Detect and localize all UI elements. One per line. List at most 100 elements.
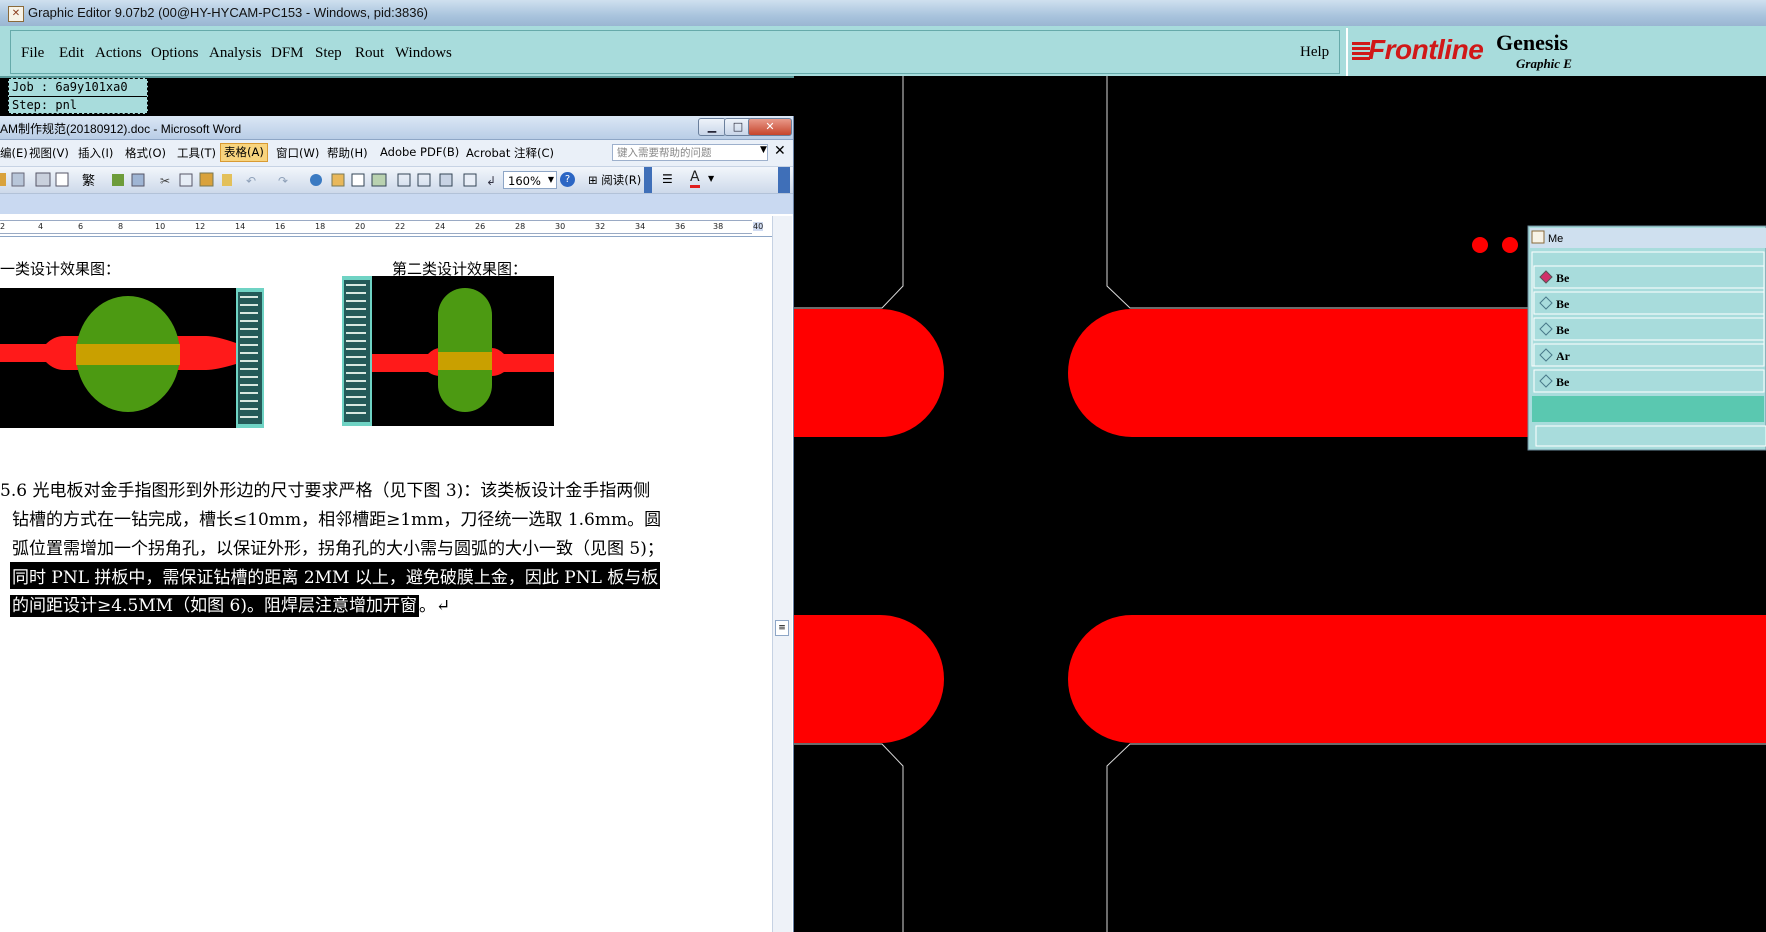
job-label: Job : 6a9y101xa0 bbox=[9, 79, 147, 97]
side-panel-item[interactable]: Ar bbox=[1533, 343, 1765, 367]
ruler-number: 30 bbox=[555, 222, 566, 231]
copper-dot[interactable] bbox=[1472, 237, 1488, 253]
word-menu-format[interactable]: 格式(O) bbox=[125, 145, 166, 161]
chevron-down-icon[interactable]: ▼ bbox=[708, 174, 714, 183]
insert-excel-icon[interactable] bbox=[371, 173, 387, 187]
copper-slot-pad[interactable] bbox=[794, 615, 944, 743]
side-panel: Me Be Be Be Ar Be bbox=[1527, 225, 1766, 451]
minimize-button[interactable]: ▁ bbox=[698, 118, 726, 136]
menu-analysis[interactable]: Analysis bbox=[209, 31, 262, 75]
word-menu-window[interactable]: 窗口(W) bbox=[276, 145, 319, 161]
svg-text:Be: Be bbox=[1556, 271, 1570, 285]
toolbar-options[interactable] bbox=[778, 167, 790, 193]
menu-windows[interactable]: Windows bbox=[395, 31, 452, 75]
side-panel-button[interactable] bbox=[1535, 425, 1766, 447]
menu-step[interactable]: Step bbox=[315, 31, 342, 75]
toolbar-grip[interactable] bbox=[644, 167, 652, 193]
help-question-input[interactable]: 键入需要帮助的问题 bbox=[612, 144, 768, 161]
side-panel-item[interactable]: Be bbox=[1533, 265, 1765, 289]
svg-text:Be: Be bbox=[1556, 297, 1570, 311]
word-menu-view[interactable]: 视图(V) bbox=[29, 145, 69, 161]
copy-icon[interactable] bbox=[179, 173, 193, 187]
ruler-number: 12 bbox=[195, 222, 206, 231]
close-button[interactable]: ✕ bbox=[748, 118, 792, 136]
font-color-icon[interactable]: A bbox=[690, 169, 700, 188]
word-menu-help[interactable]: 帮助(H) bbox=[327, 145, 368, 161]
word-menu-acrobat[interactable]: Acrobat 注释(C) bbox=[466, 145, 554, 161]
read-button[interactable]: ⊞ 阅读(R) bbox=[588, 172, 641, 188]
genesis-title-bar: ✕ Graphic Editor 9.07b2 (00@HY-HYCAM-PC1… bbox=[0, 0, 1766, 27]
copper-slot-pad[interactable] bbox=[794, 309, 944, 437]
print-icon[interactable] bbox=[35, 172, 51, 187]
menu-edit[interactable]: Edit bbox=[59, 31, 84, 75]
copper-slot-pad[interactable] bbox=[1068, 615, 1766, 743]
word-menu-edit[interactable]: 编(E) bbox=[0, 145, 28, 161]
tables-borders-icon[interactable] bbox=[331, 173, 345, 187]
chevron-down-icon[interactable]: ▼ bbox=[545, 171, 557, 189]
side-panel-item[interactable]: Be bbox=[1533, 317, 1765, 341]
redo-icon[interactable]: ↷ bbox=[278, 174, 288, 188]
copper-dot[interactable] bbox=[1502, 237, 1518, 253]
format-painter-icon[interactable] bbox=[222, 174, 232, 186]
help-icon[interactable]: ? bbox=[560, 172, 575, 187]
menu-file[interactable]: File bbox=[21, 31, 44, 75]
selected-text: 的间距设计≥4.5MM（如图 6)。阻焊层注意增加开窗 bbox=[10, 595, 419, 617]
job-step-panel: Job : 6a9y101xa0 Step: pnl bbox=[8, 78, 148, 114]
word-menu-adobe-pdf[interactable]: Adobe PDF(B) bbox=[380, 145, 459, 159]
genesis-menu-frame: File Edit Actions Options Analysis DFM S… bbox=[10, 30, 1340, 74]
word-menu-table[interactable]: 表格(A) bbox=[220, 143, 268, 162]
paragraph-line-5: 的间距设计≥4.5MM（如图 6)。阻焊层注意增加开窗 。↵ bbox=[10, 591, 451, 617]
undo-icon[interactable]: ↶ bbox=[246, 174, 256, 188]
caption-left: 一类设计效果图： bbox=[0, 260, 121, 278]
ruler-number: 34 bbox=[635, 222, 646, 231]
open-icon[interactable] bbox=[0, 173, 6, 186]
ruler-number: 32 bbox=[595, 222, 606, 231]
cut-icon[interactable]: ✂ bbox=[160, 174, 170, 188]
drawing-icon[interactable] bbox=[417, 173, 431, 187]
paragraph-line-1: 5.6 光电板对金手指图形到外形边的尺寸要求严格（见下图 3)：该类板设计金手指… bbox=[0, 481, 651, 501]
pcb-canvas[interactable]: Me Be Be Be Ar Be bbox=[794, 76, 1766, 932]
traditional-chinese-icon[interactable]: 繁 bbox=[82, 173, 95, 189]
side-panel-footer bbox=[1532, 396, 1764, 422]
svg-text:Ar: Ar bbox=[1556, 349, 1571, 363]
frontline-logo: Frontline bbox=[1368, 34, 1484, 65]
vertical-scrollbar[interactable]: ≡ bbox=[772, 216, 792, 932]
research-icon[interactable] bbox=[131, 173, 145, 187]
ruler-number: 2 bbox=[0, 222, 6, 231]
menu-rout[interactable]: Rout bbox=[355, 31, 384, 75]
menu-dfm[interactable]: DFM bbox=[271, 31, 304, 75]
menu-help[interactable]: Help bbox=[1300, 30, 1329, 74]
close-doc-icon[interactable]: ✕ bbox=[774, 143, 786, 159]
canvas-background[interactable] bbox=[794, 76, 1766, 932]
hyperlink-icon[interactable] bbox=[310, 174, 322, 186]
ruler-number: 22 bbox=[395, 222, 406, 231]
book-icon: ⊞ bbox=[588, 173, 598, 187]
paste-icon[interactable] bbox=[199, 172, 214, 187]
print-preview-icon[interactable] bbox=[55, 172, 69, 187]
side-panel-item[interactable]: Be bbox=[1533, 291, 1765, 315]
spelling-icon[interactable] bbox=[112, 174, 124, 186]
word-menu-insert[interactable]: 插入(I) bbox=[78, 145, 113, 161]
word-title-bar: AM制作规范(20180912).doc - Microsoft Word ▁ … bbox=[0, 116, 793, 140]
horizontal-ruler[interactable]: 2 4 6 8 10 12 14 16 18 20 22 24 26 28 30… bbox=[0, 216, 772, 237]
menu-actions[interactable]: Actions bbox=[95, 31, 142, 75]
side-panel-item[interactable]: Be bbox=[1533, 369, 1765, 393]
chevron-down-icon[interactable]: ▼ bbox=[760, 145, 767, 155]
svg-text:Be: Be bbox=[1556, 375, 1570, 389]
list-icon[interactable]: ☰ bbox=[662, 172, 673, 186]
scroll-thumb[interactable]: ≡ bbox=[775, 620, 789, 636]
menu-options[interactable]: Options bbox=[151, 31, 199, 75]
permission-icon[interactable] bbox=[11, 172, 25, 187]
ruler-number: 16 bbox=[275, 222, 286, 231]
ruler-number: 6 bbox=[78, 222, 84, 231]
columns-icon[interactable] bbox=[397, 173, 411, 187]
insert-table-icon[interactable] bbox=[351, 173, 365, 187]
svg-text:Be: Be bbox=[1556, 323, 1570, 337]
document-page[interactable]: 一类设计效果图： 第二类设计效果图： 5.6 光电板对金手指图形到外形边的尺寸要… bbox=[0, 240, 772, 932]
document-map-icon[interactable] bbox=[439, 173, 453, 187]
word-menu-tools[interactable]: 工具(T) bbox=[177, 145, 216, 161]
pilcrow-icon[interactable]: ↲ bbox=[486, 174, 496, 188]
paragraph-end: 。↵ bbox=[418, 596, 451, 616]
show-hide-icon[interactable] bbox=[463, 173, 477, 187]
ruler-number: 20 bbox=[355, 222, 366, 231]
